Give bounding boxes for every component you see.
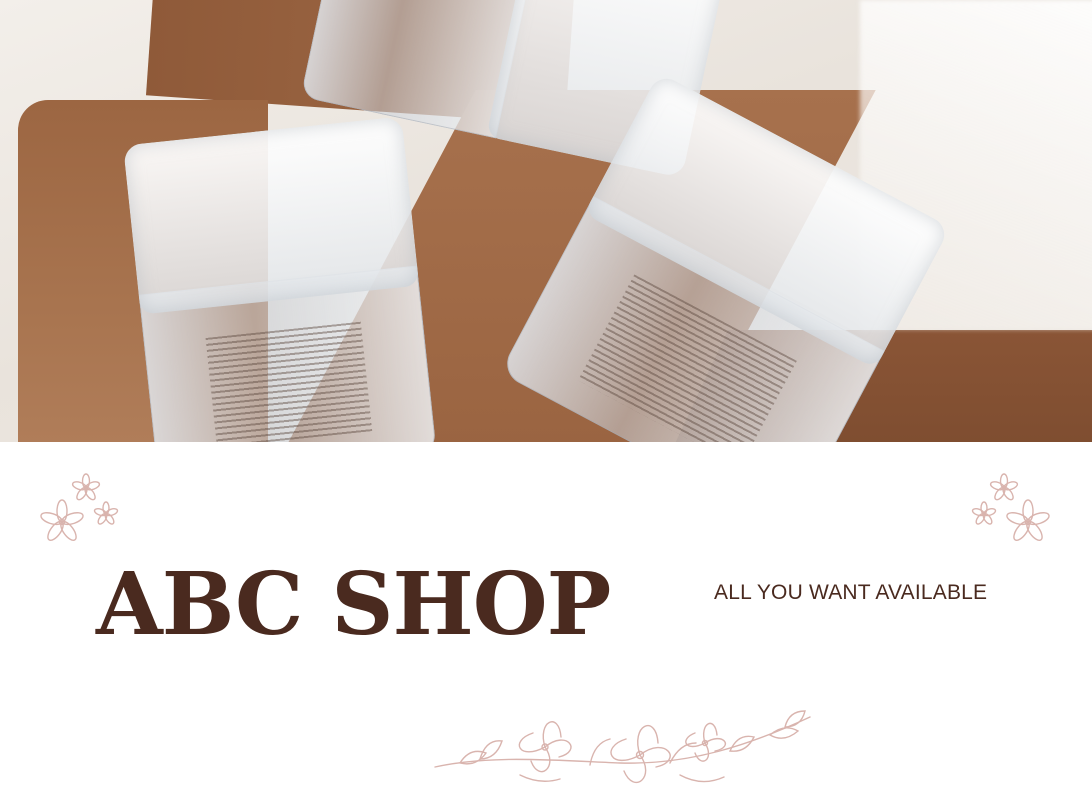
shop-tagline: ALL YOU WANT AVAILABLE: [714, 581, 988, 604]
bottle-image: [122, 116, 438, 442]
flower-cluster-icon: [971, 473, 1050, 541]
shop-title: ABC SHOP: [96, 554, 611, 655]
floral-branch-icon: [434, 710, 811, 783]
hero-product-photo: [0, 0, 1092, 442]
flower-cluster-icon: [40, 473, 119, 541]
